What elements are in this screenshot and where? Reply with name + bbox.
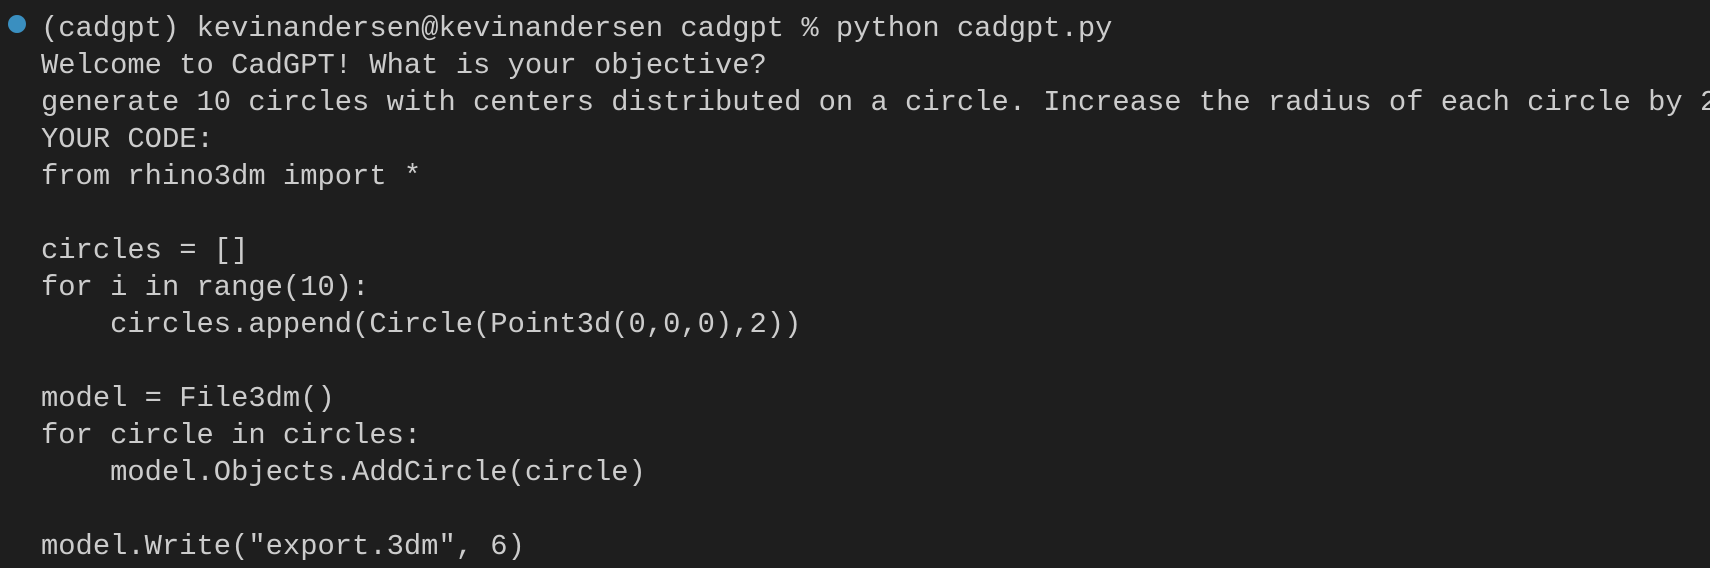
output-line: YOUR CODE: [41,123,214,156]
terminal-output[interactable]: (cadgpt) kevinandersen@kevinandersen cad… [41,10,1710,565]
code-line: model.Objects.AddCircle(circle) [41,456,646,489]
code-line: for i in range(10): [41,271,370,304]
command-prompt-line: (cadgpt) kevinandersen@kevinandersen cad… [41,12,1113,45]
output-line: Welcome to CadGPT! What is your objectiv… [41,49,767,82]
user-input-line: generate 10 circles with centers distrib… [41,86,1710,119]
code-line: model.Write("export.3dm", 6) [41,530,525,563]
code-line: circles.append(Circle(Point3d(0,0,0),2)) [41,308,802,341]
code-line: for circle in circles: [41,419,422,452]
command-status-dot-icon[interactable] [8,15,26,33]
code-line: model = File3dm() [41,382,335,415]
code-line: circles = [] [41,234,249,267]
code-line: from rhino3dm import * [41,160,422,193]
